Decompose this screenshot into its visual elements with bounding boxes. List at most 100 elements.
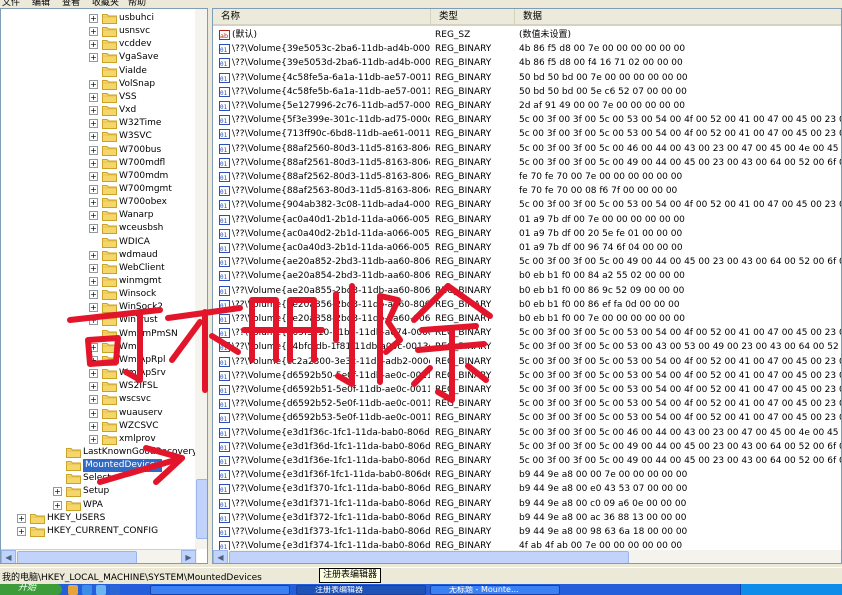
- tree-vertical-scrollbar[interactable]: [195, 9, 207, 549]
- list-horizontal-scrollbar[interactable]: ◀: [213, 550, 841, 563]
- tree-horizontal-scrollbar[interactable]: ◀ ▶: [1, 549, 197, 563]
- expand-plus-icon[interactable]: +: [89, 342, 98, 352]
- expand-plus-icon[interactable]: +: [89, 79, 98, 89]
- tree-item[interactable]: + WS2IFSL: [1, 380, 195, 393]
- tree-item[interactable]: + wceusbsh: [1, 222, 195, 235]
- expand-plus-icon[interactable]: +: [89, 132, 98, 142]
- list-row[interactable]: ab (默认) REG_SZ (数值未设置): [213, 28, 841, 42]
- tree-scroll-right-icon[interactable]: ▶: [181, 550, 196, 563]
- list-row[interactable]: 01 \??\Volume{e3d1f36d-1fc1-11da-bab0-806…: [213, 440, 841, 454]
- start-button[interactable]: 开始: [0, 584, 62, 595]
- menu-item[interactable]: 文件: [2, 0, 20, 8]
- tree-item[interactable]: + VSS: [1, 91, 195, 104]
- menu-item[interactable]: 帮助: [128, 0, 146, 8]
- expand-plus-icon[interactable]: +: [89, 92, 98, 102]
- expand-plus-icon[interactable]: +: [89, 171, 98, 181]
- list-row[interactable]: 01 \??\Volume{39e5053d-2ba6-11db-ad4b-000…: [213, 56, 841, 70]
- expand-plus-icon[interactable]: +: [89, 158, 98, 168]
- tree-item[interactable]: + wdmaud: [1, 249, 195, 262]
- tree-item[interactable]: + Wanarp: [1, 209, 195, 222]
- menu-item[interactable]: 查看: [62, 0, 80, 8]
- list-row[interactable]: 01 \??\Volume{d6592b51-5e0f-11db-ae0c-001…: [213, 383, 841, 397]
- tree-item[interactable]: + WZCSVC: [1, 420, 195, 433]
- taskbar-button[interactable]: 无标题 - Mounte...: [430, 585, 560, 595]
- tree-item[interactable]: + W700mgmt: [1, 183, 195, 196]
- tree-item[interactable]: + W700obex: [1, 196, 195, 209]
- tree-item[interactable]: + winmgmt: [1, 275, 195, 288]
- list-row[interactable]: 01 \??\Volume{e3d1f36c-1fc1-11da-bab0-806…: [213, 426, 841, 440]
- list-row[interactable]: 01 \??\Volume{d6592b52-5e0f-11db-ae0c-001…: [213, 397, 841, 411]
- list-row[interactable]: 01 \??\Volume{88af2561-80d3-11d5-8163-806…: [213, 156, 841, 170]
- list-row[interactable]: 01 \??\Volume{ae20a856-2bd3-11db-aa60-806…: [213, 298, 841, 312]
- tree-item[interactable]: + HKEY_USERS: [1, 512, 195, 525]
- list-row[interactable]: 01 \??\Volume{ae20a854-2bd3-11db-aa60-806…: [213, 269, 841, 283]
- list-row[interactable]: 01 \??\Volume{e3d1f36e-1fc1-11da-bab0-806…: [213, 454, 841, 468]
- column-header-data[interactable]: 数据: [515, 9, 841, 24]
- tree-item[interactable]: + W700mdm: [1, 170, 195, 183]
- list-row[interactable]: 01 \??\Volume{4c58fe5a-6a1a-11db-ae57-001…: [213, 71, 841, 85]
- tree-item[interactable]: WmdmPmSN: [1, 328, 195, 341]
- system-tray[interactable]: [740, 584, 842, 595]
- list-row[interactable]: 01 \??\Volume{88af2563-80d3-11d5-8163-806…: [213, 184, 841, 198]
- expand-plus-icon[interactable]: +: [89, 145, 98, 155]
- menu-item[interactable]: 编辑: [32, 0, 50, 8]
- expand-plus-icon[interactable]: +: [89, 198, 98, 208]
- list-row[interactable]: 01 \??\Volume{88af2562-80d3-11d5-8163-806…: [213, 170, 841, 184]
- registry-tree-pane[interactable]: + usbuhci + usnsvc + vcddev + VgaSave ViaIde + Vol…: [0, 8, 208, 564]
- list-row[interactable]: 01 \??\Volume{cc2a2300-3e3c-11db-adb2-000…: [213, 355, 841, 369]
- expand-plus-icon[interactable]: +: [89, 303, 98, 313]
- expand-plus-icon[interactable]: +: [89, 316, 98, 326]
- expand-plus-icon[interactable]: +: [89, 40, 98, 50]
- list-row[interactable]: 01 \??\Volume{ae20a858-2bd3-11db-aa60-806…: [213, 312, 841, 326]
- list-row[interactable]: 01 \??\Volume{4c58fe5b-6a1a-11db-ae57-001…: [213, 85, 841, 99]
- tree-item[interactable]: + W700mdfl: [1, 157, 195, 170]
- list-row[interactable]: 01 \??\Volume{ac0a40d1-2b1d-11da-a066-005…: [213, 213, 841, 227]
- tree-item[interactable]: + WinSock2: [1, 301, 195, 314]
- list-row[interactable]: 01 \??\Volume{e3d1f36f-1fc1-11da-bab0-806…: [213, 468, 841, 482]
- column-header-name[interactable]: 名称: [213, 9, 431, 24]
- list-scroll-left-icon[interactable]: ◀: [213, 550, 228, 563]
- list-row[interactable]: 01 \??\Volume{e3d1f372-1fc1-11da-bab0-806…: [213, 511, 841, 525]
- column-header-type[interactable]: 类型: [431, 9, 515, 24]
- expand-plus-icon[interactable]: +: [89, 395, 98, 405]
- list-row[interactable]: 01 \??\Volume{ac0a40d2-2b1d-11da-a066-005…: [213, 227, 841, 241]
- expand-plus-icon[interactable]: +: [89, 434, 98, 444]
- list-row[interactable]: 01 \??\Volume{5f3e399e-301c-11db-ad75-000…: [213, 113, 841, 127]
- expand-plus-icon[interactable]: +: [89, 263, 98, 273]
- expand-plus-icon[interactable]: +: [89, 408, 98, 418]
- tree-item[interactable]: + Vxd: [1, 104, 195, 117]
- expand-plus-icon[interactable]: +: [89, 250, 98, 260]
- tree-item[interactable]: + W32Time: [1, 117, 195, 130]
- tree-item[interactable]: + WmiApRpl: [1, 354, 195, 367]
- tree-vscroll-thumb[interactable]: [196, 479, 207, 539]
- expand-plus-icon[interactable]: +: [89, 14, 98, 23]
- expand-plus-icon[interactable]: +: [89, 382, 98, 392]
- tree-item[interactable]: + usnsvc: [1, 25, 195, 38]
- tree-item[interactable]: MountedDevices: [1, 459, 195, 473]
- expand-plus-icon[interactable]: +: [53, 500, 62, 510]
- expand-plus-icon[interactable]: +: [89, 355, 98, 365]
- tree-item[interactable]: WDICA: [1, 236, 195, 249]
- tree-item[interactable]: + Winsock: [1, 288, 195, 301]
- list-row[interactable]: 01 \??\Volume{e3d1f373-1fc1-11da-bab0-806…: [213, 525, 841, 539]
- registry-values-pane[interactable]: 名称 类型 数据 ab (默认) REG_SZ (数值未设置) 01 \??\Volume…: [212, 8, 842, 564]
- expand-plus-icon[interactable]: +: [53, 487, 62, 497]
- list-row[interactable]: 01 \??\Volume{d6592b50-5e0f-11db-ae0c-001…: [213, 369, 841, 383]
- tree-scroll-left-icon[interactable]: ◀: [1, 550, 16, 563]
- list-row[interactable]: 01 \??\Volume{5e127996-2c76-11db-ad57-000…: [213, 99, 841, 113]
- list-row[interactable]: 01 \??\Volume{ac0a40d3-2b1d-11da-a066-005…: [213, 241, 841, 255]
- expand-plus-icon[interactable]: +: [17, 513, 26, 523]
- tree-item[interactable]: + wuauserv: [1, 407, 195, 420]
- tree-item[interactable]: + wscsvc: [1, 393, 195, 406]
- expand-plus-icon[interactable]: +: [89, 369, 98, 379]
- expand-plus-icon[interactable]: +: [89, 277, 98, 286]
- tree-item[interactable]: LastKnownGoodRecovery: [1, 446, 197, 459]
- expand-plus-icon[interactable]: +: [89, 224, 98, 234]
- list-row[interactable]: 01 \??\Volume{ae20a852-2bd3-11db-aa60-806…: [213, 255, 841, 269]
- list-row[interactable]: 01 \??\Volume{b09f3c10-81b5-11db-a074-000…: [213, 326, 841, 340]
- tree-item[interactable]: Select: [1, 472, 195, 485]
- expand-plus-icon[interactable]: +: [89, 119, 98, 129]
- taskbar-button[interactable]: 注册表编辑器: [296, 585, 426, 595]
- list-row[interactable]: 01 \??\Volume{e3d1f370-1fc1-11da-bab0-806…: [213, 482, 841, 496]
- list-row[interactable]: 01 \??\Volume{713ff90c-6bd8-11db-ae61-001…: [213, 127, 841, 141]
